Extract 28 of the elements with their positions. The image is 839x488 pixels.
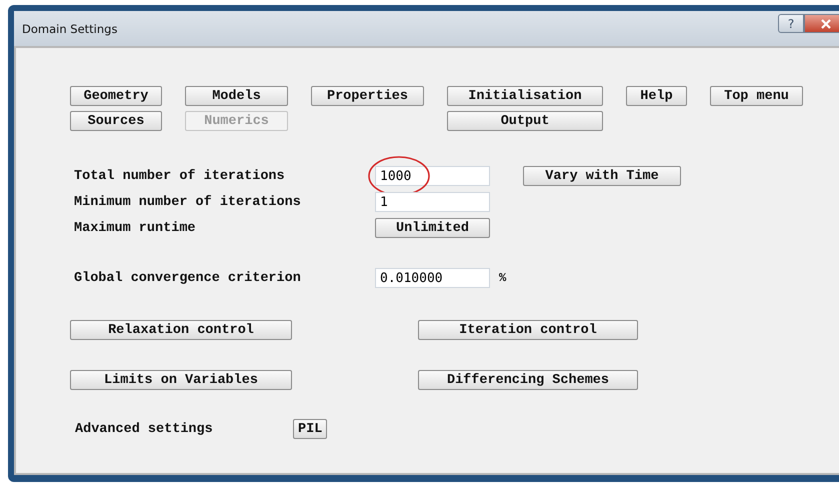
setting-label: Total number of iterations [74, 168, 286, 184]
input-field[interactable]: 0.010000 [375, 268, 490, 288]
nav-button[interactable]: Models [185, 86, 288, 106]
control-button[interactable]: Iteration control [418, 320, 638, 340]
nav-button[interactable]: Initialisation [447, 86, 603, 106]
setting-label: Minimum number of iterations [74, 194, 302, 210]
input-field[interactable]: 1000 [375, 166, 490, 186]
setting-label: Maximum runtime [74, 220, 197, 236]
runtime-button[interactable]: Unlimited [375, 218, 490, 238]
nav-button[interactable]: Geometry [70, 86, 162, 106]
nav-button[interactable]: Help [626, 86, 687, 106]
nav-button[interactable]: Output [447, 111, 603, 131]
control-button[interactable]: Differencing Schemes [418, 370, 638, 390]
pil-button[interactable]: PIL [293, 419, 328, 439]
control-button[interactable]: Relaxation control [70, 320, 292, 340]
window-title: Domain Settings [22, 22, 118, 36]
nav-button[interactable]: Properties [311, 86, 424, 106]
input-field[interactable]: 1 [375, 192, 490, 212]
setting-label: Global convergence criterion [74, 270, 302, 286]
unit-label: % [499, 271, 506, 285]
close-button[interactable] [804, 14, 839, 33]
help-button[interactable]: ? [778, 14, 804, 33]
vary-button[interactable]: Vary with Time [523, 166, 681, 186]
close-icon [820, 18, 832, 28]
nav-button[interactable]: Top menu [710, 86, 803, 106]
control-button[interactable]: Limits on Variables [70, 370, 292, 390]
advanced-label: Advanced settings [75, 422, 214, 436]
nav-button[interactable]: Sources [70, 111, 162, 131]
